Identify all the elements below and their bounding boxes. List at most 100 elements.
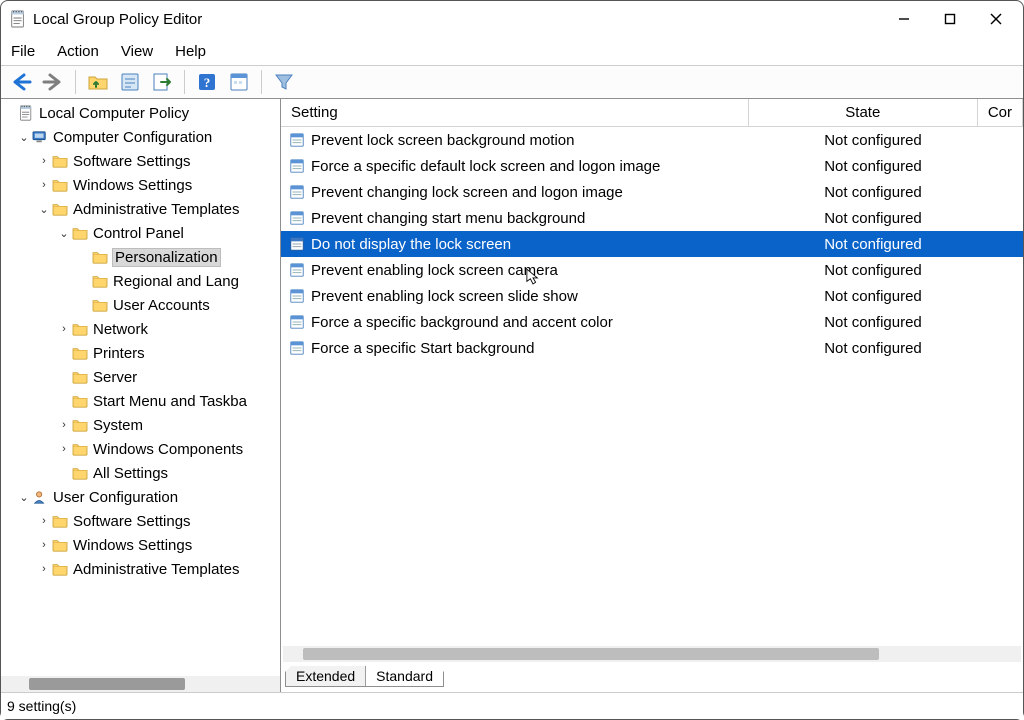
folder-icon xyxy=(51,200,69,218)
folder-icon xyxy=(91,248,109,266)
close-button[interactable] xyxy=(973,4,1019,34)
list-h-scrollbar[interactable] xyxy=(283,646,1021,662)
tree-uc-software[interactable]: › Software Settings xyxy=(1,509,280,533)
forward-button[interactable] xyxy=(39,68,67,96)
folder-icon xyxy=(51,560,69,578)
list-cell-state: Not configured xyxy=(757,132,989,149)
tab-standard[interactable]: Standard xyxy=(365,666,444,687)
tree-win-components[interactable]: › Windows Components xyxy=(1,437,280,461)
list-row[interactable]: Prevent changing start menu backgroundNo… xyxy=(281,205,1023,231)
tree-system[interactable]: › System xyxy=(1,413,280,437)
list-cell-setting: Do not display the lock screen xyxy=(309,236,757,253)
list-row[interactable]: Prevent enabling lock screen slide showN… xyxy=(281,283,1023,309)
tree-root[interactable]: ▸ Local Computer Policy xyxy=(1,101,280,125)
list-cell-state: Not configured xyxy=(757,314,989,331)
filter-button[interactable] xyxy=(270,68,298,96)
help-button[interactable] xyxy=(193,68,221,96)
back-button[interactable] xyxy=(7,68,35,96)
tree-h-scrollbar[interactable] xyxy=(1,676,280,692)
tree-cc-software[interactable]: › Software Settings xyxy=(1,149,280,173)
list-row[interactable]: Do not display the lock screenNot config… xyxy=(281,231,1023,257)
user-icon xyxy=(31,488,49,506)
menu-file[interactable]: File xyxy=(9,41,37,62)
list-row[interactable]: Force a specific Start backgroundNot con… xyxy=(281,335,1023,361)
policy-item-icon xyxy=(285,288,309,304)
folder-icon xyxy=(71,320,89,338)
tree-label: Network xyxy=(93,321,148,338)
list-cell-state: Not configured xyxy=(757,288,989,305)
tree-computer-configuration[interactable]: ⌄ Computer Configuration xyxy=(1,125,280,149)
list-cell-setting: Force a specific Start background xyxy=(309,340,757,357)
list-cell-setting: Force a specific default lock screen and… xyxy=(309,158,757,175)
tree-user-accounts[interactable]: ▸ User Accounts xyxy=(1,293,280,317)
tree-label: Computer Configuration xyxy=(53,129,212,146)
tree-uc-windows[interactable]: › Windows Settings xyxy=(1,533,280,557)
tree-user-configuration[interactable]: ⌄ User Configuration xyxy=(1,485,280,509)
list-cell-setting: Prevent changing lock screen and logon i… xyxy=(309,184,757,201)
tree-start-menu[interactable]: ▸ Start Menu and Taskba xyxy=(1,389,280,413)
folder-icon xyxy=(71,368,89,386)
list-row[interactable]: Prevent lock screen background motionNot… xyxy=(281,127,1023,153)
tree-control-panel[interactable]: ⌄ Control Panel xyxy=(1,221,280,245)
tree-printers[interactable]: ▸ Printers xyxy=(1,341,280,365)
tree-label: User Configuration xyxy=(53,489,178,506)
tree-regional-lang[interactable]: ▸ Regional and Lang xyxy=(1,269,280,293)
tree-network[interactable]: › Network xyxy=(1,317,280,341)
list-row[interactable]: Force a specific background and accent c… xyxy=(281,309,1023,335)
tree-uc-admin-templates[interactable]: › Administrative Templates xyxy=(1,557,280,581)
policy-item-icon xyxy=(285,340,309,356)
policy-item-icon xyxy=(285,184,309,200)
folder-icon xyxy=(71,224,89,242)
menu-action[interactable]: Action xyxy=(55,41,101,62)
folder-icon xyxy=(51,176,69,194)
show-hide-button[interactable] xyxy=(225,68,253,96)
folder-icon xyxy=(71,464,89,482)
tree-cc-admin-templates[interactable]: ⌄ Administrative Templates xyxy=(1,197,280,221)
policy-item-icon xyxy=(285,132,309,148)
window-title: Local Group Policy Editor xyxy=(33,11,202,28)
folder-icon xyxy=(71,416,89,434)
folder-icon xyxy=(51,152,69,170)
tree-label: Windows Settings xyxy=(73,537,192,554)
list-row[interactable]: Prevent enabling lock screen cameraNot c… xyxy=(281,257,1023,283)
tree-pane: ▸ Local Computer Policy ⌄ Computer Confi… xyxy=(1,99,281,692)
computer-icon xyxy=(31,128,49,146)
tree-personalization[interactable]: ▸ Personalization xyxy=(1,245,280,269)
policy-item-icon xyxy=(285,236,309,252)
tree-label: System xyxy=(93,417,143,434)
folder-icon xyxy=(71,392,89,410)
folder-icon xyxy=(91,272,109,290)
tree-label: Regional and Lang xyxy=(113,273,239,290)
tree-label: User Accounts xyxy=(113,297,210,314)
col-header-state[interactable]: State xyxy=(749,99,978,126)
notepad-icon xyxy=(17,104,35,122)
list-cell-state: Not configured xyxy=(757,262,989,279)
tree-all-settings[interactable]: ▸ All Settings xyxy=(1,461,280,485)
tree-label: Administrative Templates xyxy=(73,201,239,218)
up-level-button[interactable] xyxy=(84,68,112,96)
minimize-button[interactable] xyxy=(881,4,927,34)
list-cell-setting: Prevent enabling lock screen camera xyxy=(309,262,757,279)
maximize-button[interactable] xyxy=(927,4,973,34)
status-bar: 9 setting(s) xyxy=(1,693,1023,719)
col-header-setting[interactable]: Setting xyxy=(281,99,749,126)
list-row[interactable]: Prevent changing lock screen and logon i… xyxy=(281,179,1023,205)
properties-button[interactable] xyxy=(116,68,144,96)
folder-icon xyxy=(51,536,69,554)
tree-label: Local Computer Policy xyxy=(39,105,189,122)
list-row[interactable]: Force a specific default lock screen and… xyxy=(281,153,1023,179)
list-pane: Setting State Cor Prevent lock screen ba… xyxy=(281,99,1023,692)
tree-label: Windows Components xyxy=(93,441,243,458)
policy-item-icon xyxy=(285,262,309,278)
list-body: Prevent lock screen background motionNot… xyxy=(281,127,1023,646)
col-header-comment[interactable]: Cor xyxy=(978,99,1023,126)
tree-label: Printers xyxy=(93,345,145,362)
menu-help[interactable]: Help xyxy=(173,41,208,62)
tab-strip: Extended Standard xyxy=(281,666,1023,692)
tree-server[interactable]: ▸ Server xyxy=(1,365,280,389)
list-cell-state: Not configured xyxy=(757,340,989,357)
tree-cc-windows[interactable]: › Windows Settings xyxy=(1,173,280,197)
menu-view[interactable]: View xyxy=(119,41,155,62)
export-list-button[interactable] xyxy=(148,68,176,96)
tab-extended[interactable]: Extended xyxy=(285,666,366,687)
